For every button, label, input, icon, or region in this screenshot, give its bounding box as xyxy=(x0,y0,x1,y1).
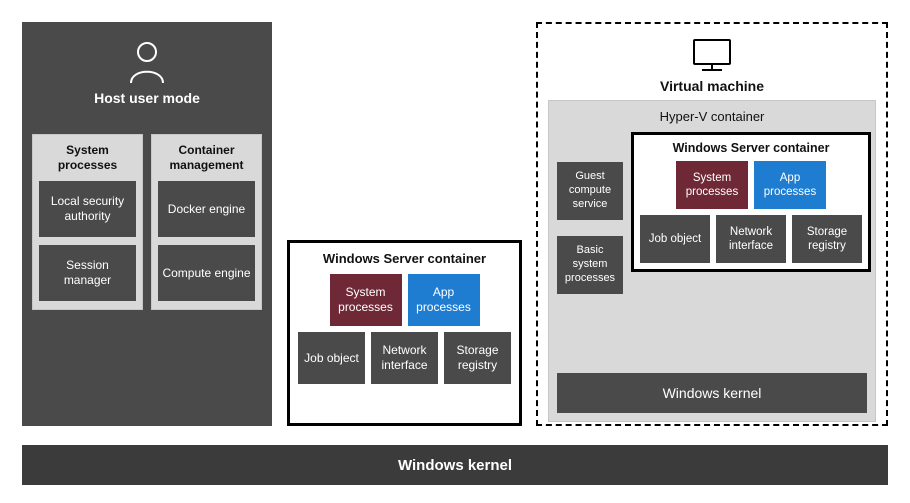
windows-server-container-block: Windows Server container System processe… xyxy=(287,240,522,426)
cell-network-interface: Network interface xyxy=(371,332,438,384)
column-title: Container management xyxy=(158,143,255,173)
vm-title: Virtual machine xyxy=(548,78,876,94)
virtual-machine-block: Virtual machine Hyper-V container Guest … xyxy=(536,22,888,426)
system-processes-column: System processes Local security authorit… xyxy=(32,134,143,310)
column-title: System processes xyxy=(39,143,136,173)
architecture-diagram: Host user mode System processes Local se… xyxy=(0,0,910,503)
cell-app-processes: App processes xyxy=(754,161,826,209)
cell-storage-registry: Storage registry xyxy=(444,332,511,384)
cell-guest-compute-service: Guest compute service xyxy=(557,162,623,220)
vm-header: Virtual machine xyxy=(548,36,876,94)
host-title: Host user mode xyxy=(32,90,262,106)
hyperv-kernel-bar: Windows kernel xyxy=(557,373,867,413)
user-icon xyxy=(128,40,166,84)
container-management-column: Container management Docker engine Compu… xyxy=(151,134,262,310)
cell-job-object: Job object xyxy=(298,332,365,384)
hyperv-container-block: Hyper-V container Guest compute service … xyxy=(548,100,876,422)
hyperv-body: Guest compute service Basic system proce… xyxy=(557,132,867,302)
cell-docker-engine: Docker engine xyxy=(158,181,255,237)
host-user-mode-block: Host user mode System processes Local se… xyxy=(22,22,272,426)
host-header: Host user mode xyxy=(32,40,262,106)
inner-wsc-top-row: System processes App processes xyxy=(640,161,862,209)
cell-storage-registry: Storage registry xyxy=(792,215,862,263)
cell-job-object: Job object xyxy=(640,215,710,263)
cell-network-interface: Network interface xyxy=(716,215,786,263)
wsc-title: Windows Server container xyxy=(298,251,511,266)
inner-windows-server-container: Windows Server container System processe… xyxy=(631,132,871,272)
cell-system-processes: System processes xyxy=(330,274,402,326)
wsc-bottom-row: Job object Network interface Storage reg… xyxy=(298,332,511,384)
inner-wsc-bottom-row: Job object Network interface Storage reg… xyxy=(640,215,862,263)
windows-kernel-bar: Windows kernel xyxy=(22,445,888,485)
cell-compute-engine: Compute engine xyxy=(158,245,255,301)
host-columns: System processes Local security authorit… xyxy=(32,134,262,310)
hyperv-right: Windows Server container System processe… xyxy=(631,132,871,302)
cell-basic-system-processes: Basic system processes xyxy=(557,236,623,294)
hyperv-left-column: Guest compute service Basic system proce… xyxy=(557,132,623,302)
cell-system-processes: System processes xyxy=(676,161,748,209)
cell-app-processes: App processes xyxy=(408,274,480,326)
cell-session-manager: Session manager xyxy=(39,245,136,301)
wsc-top-row: System processes App processes xyxy=(298,274,511,326)
monitor-icon xyxy=(690,36,734,74)
inner-wsc-title: Windows Server container xyxy=(640,141,862,155)
hyperv-title: Hyper-V container xyxy=(557,109,867,124)
cell-local-security-authority: Local security authority xyxy=(39,181,136,237)
